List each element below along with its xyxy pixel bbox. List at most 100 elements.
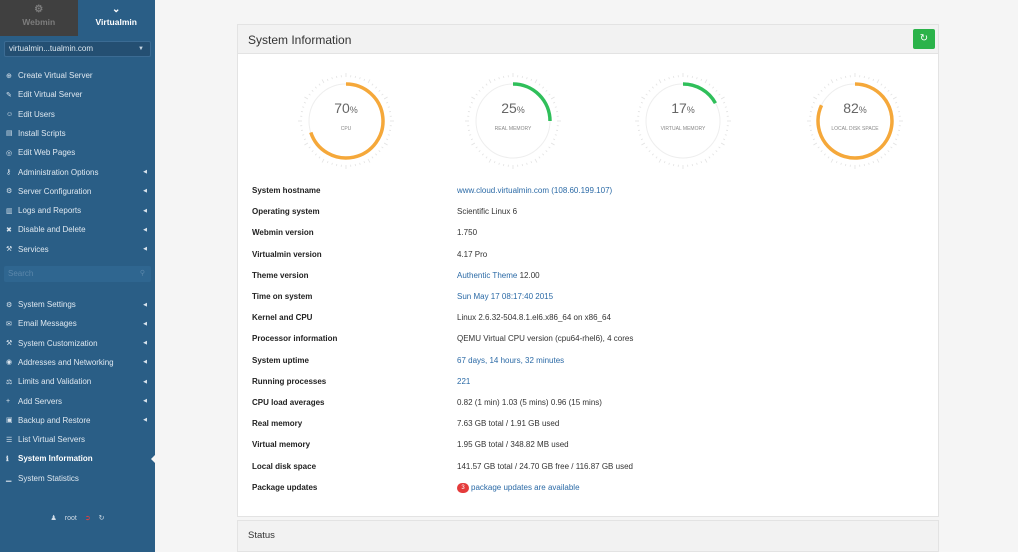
info-row-webmin-version: Webmin version 1.750 [252, 228, 932, 249]
sidebar-item-logs-and-reports[interactable]: ▥ Logs and Reports ◀ [0, 201, 155, 220]
gauge-tick [381, 93, 384, 96]
gauge-tick [363, 161, 366, 164]
gauge-tick [892, 96, 897, 100]
gauge-value: 70% [296, 100, 396, 116]
gauge-tick [895, 138, 898, 141]
edit-icon: ✎ [6, 91, 12, 99]
sidebar-item-system-information[interactable]: ℹ System Information [0, 449, 156, 468]
info-label: Real memory [252, 419, 303, 429]
sidebar-item-administration-options[interactable]: ⚷ Administration Options ◀ [0, 163, 155, 182]
info-value: Scientific Linux 6 [457, 207, 518, 217]
info-value[interactable]: 3 package updates are available [457, 482, 580, 493]
gauge-tick [655, 83, 658, 86]
sidebar-item-edit-web-pages[interactable]: ◎ Edit Web Pages [0, 143, 155, 162]
gauge-tick [718, 146, 721, 149]
info-value: 1.750 [457, 228, 478, 238]
gauge-tick [526, 162, 528, 165]
sidebar-item-addresses-and-networking[interactable]: ◉ Addresses and Networking ◀ [0, 353, 155, 372]
info-value[interactable]: Sun May 17 08:17:40 2015 [457, 292, 553, 301]
info-row-time-on-system: Time on system Sun May 17 08:17:40 2015 [252, 292, 932, 313]
gauge-tick [321, 79, 325, 84]
sidebar: ⚙ Webmin ⌄ Virtualmin virtualmin...tualm… [0, 0, 156, 552]
tab-virtualmin[interactable]: ⌄ Virtualmin [77, 0, 155, 36]
info-value: Authentic Theme 12.00 [457, 271, 540, 280]
gauge-tick [896, 134, 899, 136]
gauge-tick [331, 162, 333, 165]
gauge-tick [475, 93, 478, 96]
report-icon: ▥ [6, 207, 13, 215]
gauge-tick [378, 89, 381, 92]
status-panel[interactable]: Status [237, 520, 939, 552]
sidebar-item-limits-and-validation[interactable]: ⚖ Limits and Validation ◀ [0, 372, 155, 391]
theme-link[interactable]: Authentic Theme [457, 271, 517, 280]
logout-icon[interactable]: ➲ [85, 514, 91, 522]
package-updates-link[interactable]: package updates are available [471, 483, 580, 492]
percent-sign: % [858, 105, 867, 115]
sidebar-item-label: Disable and Delete [18, 225, 86, 235]
sidebar-item-label: Email Messages [18, 319, 77, 329]
gauge-tick [478, 89, 481, 92]
gauge-tick [890, 93, 893, 96]
caret-left-icon: ◀ [143, 359, 147, 366]
domain-select[interactable]: virtualmin...tualmin.com ▼ [4, 41, 151, 57]
sidebar-item-system-customization[interactable]: ⚒ System Customization ◀ [0, 334, 155, 353]
username-link[interactable]: root [65, 515, 77, 522]
tab-webmin[interactable]: ⚙ Webmin [0, 0, 78, 36]
sidebar-item-add-servers[interactable]: + Add Servers ◀ [0, 392, 155, 411]
gauge-tick [311, 150, 314, 153]
sidebar-item-label: Logs and Reports [18, 206, 82, 216]
sidebar-item-create-virtual-server[interactable]: ⊕ Create Virtual Server [0, 66, 155, 85]
refresh-button[interactable]: ↻ [913, 29, 935, 49]
sidebar-item-system-statistics[interactable]: ▁ System Statistics [0, 469, 155, 488]
gauge-tick [481, 86, 484, 89]
info-icon: ℹ [6, 455, 9, 463]
sidebar-item-label: Administration Options [18, 167, 99, 177]
info-value: 4.17 Pro [457, 249, 488, 259]
gauge-tick [835, 78, 838, 81]
info-value[interactable]: www.cloud.virtualmin.com (108.60.199.107… [457, 186, 612, 195]
gauge-tick [375, 86, 378, 89]
info-row-cpu-load-averages: CPU load averages 0.82 (1 min) 1.03 (5 mi… [252, 398, 932, 419]
domain-select-value: virtualmin...tualmin.com [9, 44, 94, 53]
gauge-tick [375, 153, 378, 156]
gauge-tick [668, 77, 670, 80]
gauge-tick [876, 158, 880, 163]
gauge-tick [542, 153, 545, 156]
info-label: Operating system [252, 207, 320, 217]
sidebar-item-edit-users[interactable]: ☺ Edit Users [0, 105, 155, 124]
sidebar-item-system-settings[interactable]: ⚙ System Settings ◀ [0, 295, 155, 314]
gauge-tick [641, 96, 646, 100]
sidebar-item-services[interactable]: ⚒ Services ◀ [0, 240, 155, 259]
info-label: Processor information [252, 334, 338, 344]
gauge-tick [887, 150, 890, 153]
gauge-tick [378, 150, 381, 153]
gauge-tick [658, 158, 662, 163]
sidebar-item-label: Backup and Restore [18, 415, 91, 425]
sidebar-item-backup-and-restore[interactable]: ▣ Backup and Restore ◀ [0, 411, 155, 430]
network-icon: ◉ [6, 359, 13, 367]
info-label: Time on system [252, 292, 313, 301]
users-icon: ☺ [6, 110, 14, 118]
sidebar-item-email-messages[interactable]: ✉ Email Messages ◀ [0, 314, 155, 333]
caret-left-icon: ◀ [143, 226, 147, 233]
info-value[interactable]: 221 [457, 377, 470, 386]
info-value[interactable]: 67 days, 14 hours, 32 minutes [457, 356, 564, 365]
gauge-tick [550, 96, 555, 100]
sidebar-item-list-virtual-servers[interactable]: ☰ List Virtual Servers [0, 430, 155, 449]
caret-left-icon: ◀ [143, 169, 147, 175]
sidebar-item-edit-virtual-server[interactable]: ✎ Edit Virtual Server [0, 85, 155, 104]
info-label: Virtual memory [252, 440, 311, 450]
gauge-tick [876, 79, 880, 84]
sidebar-item-disable-and-delete[interactable]: ✖ Disable and Delete ◀ [0, 220, 155, 239]
gauge-tick [302, 134, 305, 136]
search-icon: ⚲ [139, 270, 145, 277]
sidebar-item-install-scripts[interactable]: ▤ Install Scripts [0, 124, 155, 143]
gauge-tick [811, 134, 814, 136]
sidebar-item-server-configuration[interactable]: ⚙ Server Configuration ◀ [0, 182, 155, 201]
gauge-tick [696, 162, 698, 165]
gauge-tick [820, 89, 823, 92]
sidebar-search-input[interactable]: Search ⚲ [4, 266, 151, 282]
gauge-tick [840, 77, 842, 80]
tab-webmin-label: Webmin [22, 17, 56, 27]
refresh-icon[interactable]: ↻ [99, 514, 105, 522]
